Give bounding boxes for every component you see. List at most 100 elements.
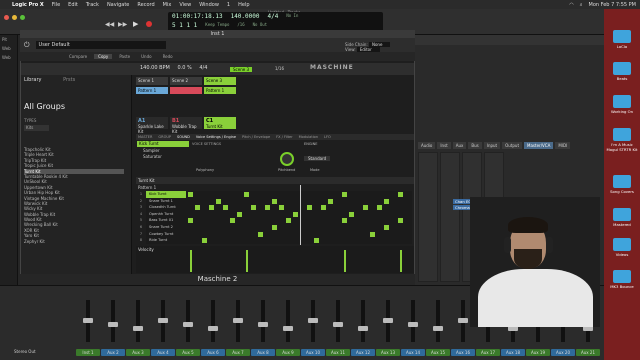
- scene-1[interactable]: Scene 1: [136, 77, 168, 85]
- tab-aux[interactable]: Aux: [452, 142, 467, 149]
- sound-row-label[interactable]: Snare Turnt 2: [146, 224, 186, 231]
- channel-name[interactable]: Aux 8: [251, 349, 275, 356]
- step-note[interactable]: [209, 205, 214, 211]
- record-icon[interactable]: [146, 21, 152, 27]
- step-note[interactable]: [279, 205, 284, 211]
- step-note[interactable]: [244, 192, 249, 197]
- fader-handle[interactable]: [433, 326, 443, 331]
- pattern-clip[interactable]: Pattern 1: [136, 87, 168, 94]
- play-icon[interactable]: ▶: [133, 20, 138, 28]
- step-note[interactable]: [188, 218, 193, 224]
- desktop-item-label[interactable]: Mastered: [605, 222, 639, 227]
- left-strip-item[interactable]: Pit: [0, 35, 17, 44]
- pattern-clip[interactable]: [170, 87, 202, 94]
- fader-handle[interactable]: [233, 318, 243, 323]
- app-menu[interactable]: Logic Pro X: [12, 2, 44, 8]
- library-heading[interactable]: All Groups: [24, 102, 65, 111]
- tab-bus[interactable]: Bus: [468, 142, 482, 149]
- desktop-item-label[interactable]: Videos: [605, 252, 639, 257]
- velocity-bar[interactable]: [190, 250, 192, 272]
- step-note[interactable]: [321, 205, 326, 211]
- step-note[interactable]: [202, 238, 207, 244]
- bpm-display[interactable]: 140.00 BPM 0.0 % 4/4: [140, 65, 207, 71]
- rewind-icon[interactable]: ◀◀: [105, 21, 114, 28]
- group-c1[interactable]: C1 Turnt Kit: [204, 117, 236, 129]
- step-note[interactable]: [370, 231, 375, 237]
- tab-group[interactable]: GROUP: [158, 134, 171, 140]
- fader-handle[interactable]: [183, 322, 193, 327]
- velocity-bar[interactable]: [400, 250, 402, 272]
- channel-name[interactable]: Inst 1: [76, 349, 100, 356]
- fader-handle[interactable]: [383, 318, 393, 323]
- channel-name[interactable]: Aux 21: [576, 349, 600, 356]
- power-icon[interactable]: ⏻: [24, 41, 30, 50]
- step-note[interactable]: [230, 218, 235, 224]
- folder-icon[interactable]: [613, 238, 631, 251]
- channel-strip[interactable]: [418, 152, 438, 282]
- menu-record[interactable]: Record: [137, 2, 154, 8]
- step-note[interactable]: [223, 205, 228, 211]
- group-b1[interactable]: B1 Wobble Trap Kit: [170, 117, 202, 134]
- left-strip-item[interactable]: Web: [0, 53, 17, 62]
- folder-icon[interactable]: [613, 128, 631, 141]
- step-note[interactable]: [265, 205, 270, 211]
- menu-track[interactable]: Track: [86, 2, 99, 8]
- tab-input[interactable]: Input: [483, 142, 501, 149]
- menubar-clock[interactable]: Mon Feb 7 7:55 PM: [589, 2, 637, 8]
- fader-handle[interactable]: [283, 326, 293, 331]
- channel-name[interactable]: Aux 20: [551, 349, 575, 356]
- tab-master[interactable]: MASTER: [138, 134, 152, 140]
- tab-inst[interactable]: Inst: [437, 142, 451, 149]
- fader-handle[interactable]: [458, 318, 468, 323]
- step-note[interactable]: [286, 218, 291, 224]
- menu-file[interactable]: File: [52, 2, 60, 8]
- step-note[interactable]: [363, 205, 368, 211]
- fader-handle[interactable]: [308, 318, 318, 323]
- channel-name[interactable]: Aux 13: [376, 349, 400, 356]
- step-note[interactable]: [237, 211, 242, 217]
- step-note[interactable]: [272, 225, 277, 230]
- library-filter[interactable]: Kits: [24, 125, 49, 131]
- menu-edit[interactable]: Edit: [68, 2, 78, 8]
- channel-name[interactable]: Aux 15: [426, 349, 450, 356]
- step-note[interactable]: [398, 218, 403, 224]
- desktop-item-label[interactable]: MK3 Bounce: [605, 284, 639, 289]
- step-note[interactable]: [272, 198, 277, 204]
- library-item[interactable]: Zephyr Kit: [24, 239, 124, 244]
- redo-button[interactable]: Redo: [159, 54, 177, 59]
- pitchbend-knob[interactable]: [280, 152, 294, 166]
- mode-select[interactable]: Standard: [304, 156, 331, 161]
- folder-icon[interactable]: [613, 208, 631, 221]
- tab-modulation[interactable]: Modulation: [299, 134, 318, 140]
- step-note[interactable]: [349, 211, 354, 217]
- menu-help[interactable]: Help: [238, 2, 249, 8]
- fader-handle[interactable]: [333, 322, 343, 327]
- paste-button[interactable]: Paste: [115, 54, 134, 59]
- maximize-window-icon[interactable]: [20, 15, 25, 20]
- compare-button[interactable]: Compare: [65, 54, 91, 59]
- sound-row-label[interactable]: Snare Turnt 1: [146, 198, 186, 205]
- desktop-item-label[interactable]: Beats: [605, 76, 639, 81]
- sound-row-label[interactable]: Openhh Turnt: [146, 211, 186, 218]
- step-note[interactable]: [293, 211, 298, 217]
- sound-row-label[interactable]: Cowbey Turnt: [146, 231, 186, 238]
- channel-name[interactable]: Aux 4: [151, 349, 175, 356]
- folder-icon[interactable]: [613, 175, 631, 188]
- menu-1[interactable]: 1: [227, 2, 230, 8]
- sound-row-label[interactable]: Kick Turnt: [146, 191, 186, 198]
- step-note[interactable]: [342, 218, 347, 224]
- step-note[interactable]: [314, 238, 319, 244]
- channel-name[interactable]: Aux 16: [451, 349, 475, 356]
- library-tab[interactable]: Library: [24, 77, 41, 83]
- tab-fx-filter[interactable]: FX / Filter: [276, 134, 292, 140]
- step-note[interactable]: [216, 198, 221, 204]
- velocity-bar[interactable]: [344, 250, 346, 272]
- tab-output[interactable]: Output: [502, 142, 523, 149]
- channel-name[interactable]: Aux 10: [301, 349, 325, 356]
- step-note[interactable]: [258, 231, 263, 237]
- menu-view[interactable]: View: [179, 2, 191, 8]
- channel-name[interactable]: Aux 14: [401, 349, 425, 356]
- channel-name[interactable]: Aux 7: [226, 349, 250, 356]
- desktop-item-label[interactable]: LoClo: [605, 44, 639, 49]
- sound-row-label[interactable]: Ride Turnt: [146, 237, 186, 244]
